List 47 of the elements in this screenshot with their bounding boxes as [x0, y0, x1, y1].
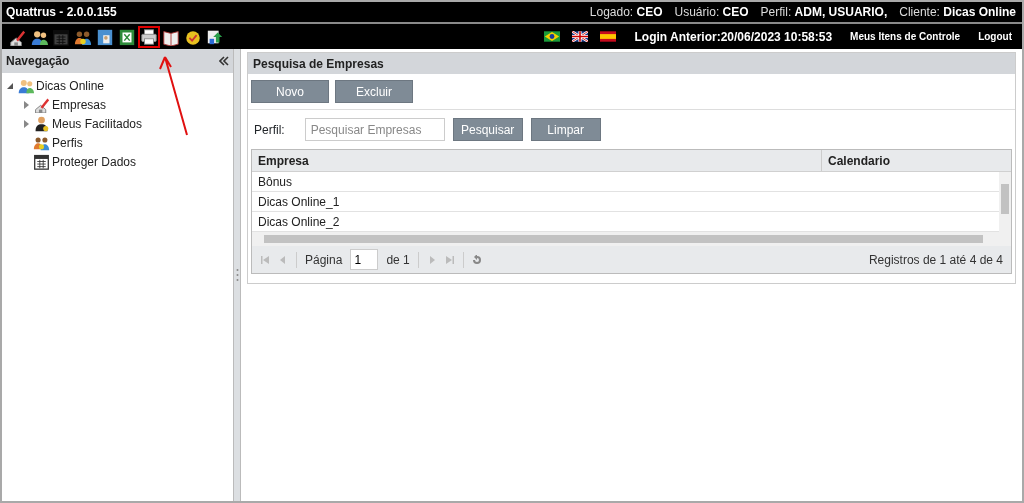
spreadsheet-icon: [118, 27, 136, 46]
header-link[interactable]: Logout: [978, 29, 1012, 44]
flag-icon[interactable]: [544, 31, 561, 42]
splitter-handle[interactable]: [235, 268, 239, 282]
session-info: Logado: CEO: [589, 4, 663, 21]
rocket-icon: [33, 96, 50, 113]
table-cell-text: Dicas Online_1: [257, 193, 341, 211]
vertical-scrollbar[interactable]: [999, 172, 1011, 232]
flag-icon[interactable]: [600, 31, 617, 42]
calendar-icon: [52, 27, 70, 46]
tree-item[interactable]: Dicas Online: [36, 76, 105, 95]
refresh-icon[interactable]: [471, 254, 482, 265]
printer-icon: [140, 27, 158, 46]
panel-title: Navegação: [6, 53, 70, 70]
last-login-text: Login Anterior:20/06/2023 10:58:53: [634, 28, 833, 46]
expand-arrow-icon[interactable]: [22, 100, 30, 109]
page-count: de 1: [386, 251, 410, 269]
tree-item[interactable]: Meus Facilitados: [52, 114, 143, 133]
session-info: Usuário: CEO: [674, 4, 749, 21]
column-header: Calendario: [827, 152, 891, 170]
search-field[interactable]: Pesquisar Empresas: [304, 118, 445, 141]
person-icon: [33, 115, 50, 132]
expand-arrow-icon[interactable]: [22, 119, 30, 128]
session-info: Cliente: Dicas Online: [899, 4, 1016, 21]
tree-item[interactable]: Empresas: [52, 95, 107, 114]
table-cell-text: Dicas Online_2: [257, 213, 341, 231]
calendar-icon: [33, 153, 50, 170]
header-link[interactable]: Meus Itens de Controle: [850, 29, 961, 44]
page-field[interactable]: 1: [350, 249, 379, 270]
picture-frame-icon: [96, 27, 114, 46]
toolbar-button[interactable]: [138, 25, 160, 48]
users-icon: [17, 77, 34, 94]
column-header: Empresa: [252, 150, 822, 171]
session-info: Perfil: ADM, USUARIO,: [760, 4, 888, 21]
table-cell-text: Bônus: [257, 173, 294, 191]
people-icon: [33, 134, 50, 151]
flag-icon[interactable]: [572, 31, 589, 42]
tree-item[interactable]: Proteger Dados: [52, 152, 137, 171]
panel-title: Pesquisa de Empresas: [253, 55, 384, 73]
tree-item[interactable]: Perfis: [52, 133, 83, 152]
records-info: Registros de 1 até 4 de 4: [868, 251, 1003, 269]
page-label: Página: [305, 251, 343, 269]
collapse-icon[interactable]: [219, 56, 229, 66]
field-label: Perfil:: [254, 121, 285, 139]
collapse-arrow-icon[interactable]: [6, 81, 14, 90]
app-title: Quattrus - 2.0.0.155: [6, 4, 117, 21]
horizontal-scrollbar[interactable]: [252, 232, 1011, 246]
